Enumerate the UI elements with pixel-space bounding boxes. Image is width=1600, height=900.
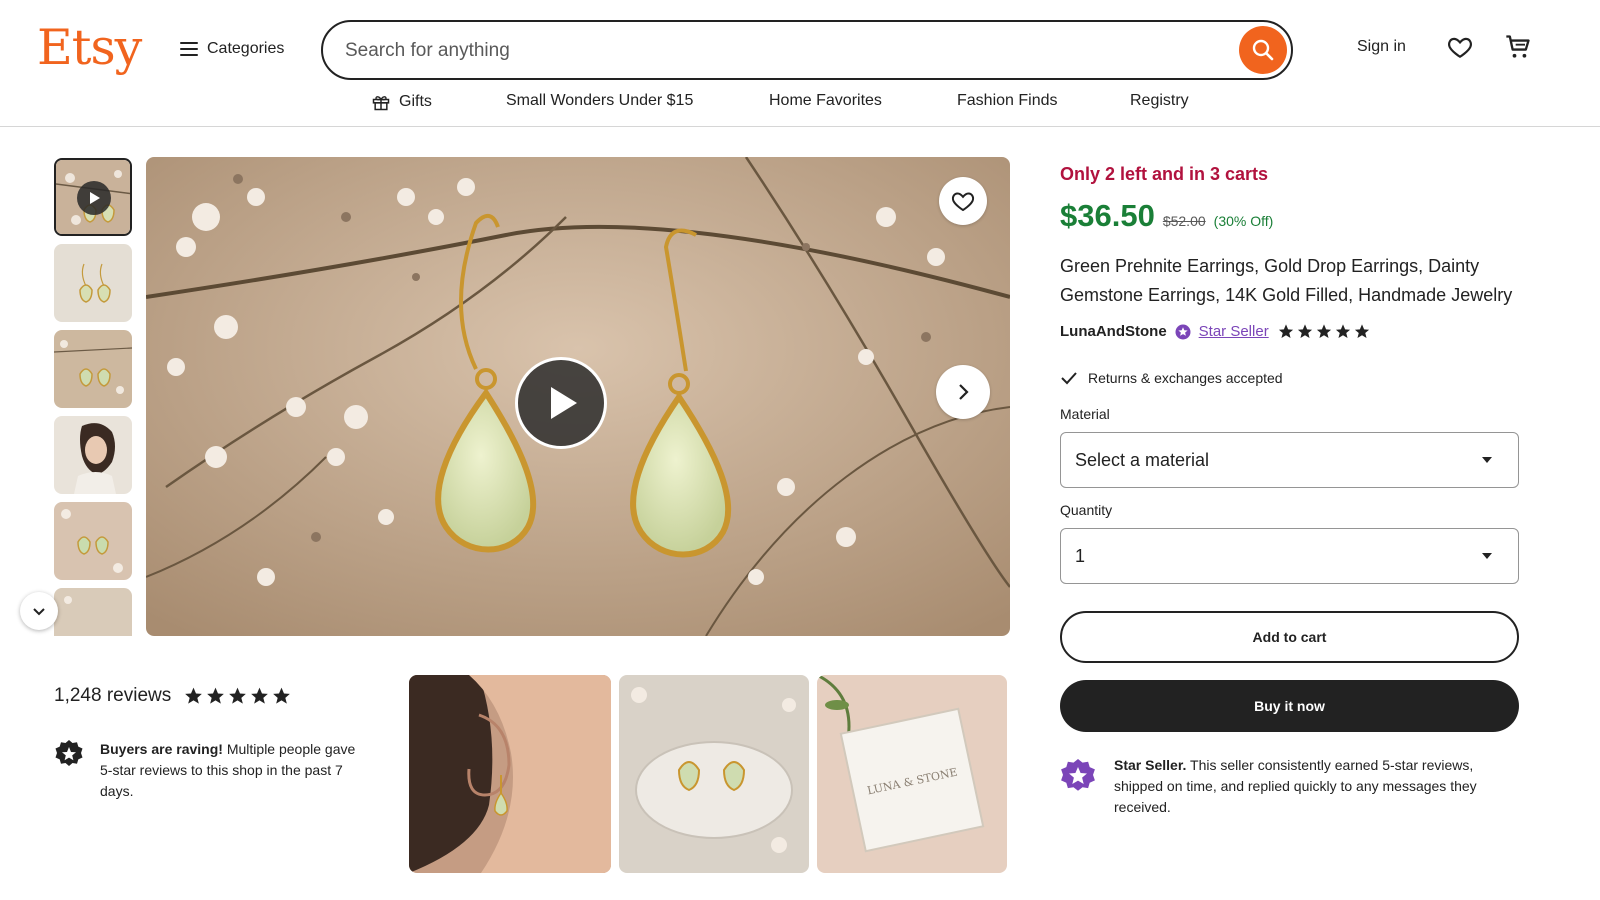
thumbnail-image [54, 502, 132, 580]
sale-price: $36.50 [1060, 198, 1155, 233]
category-nav: Gifts Small Wonders Under $15 Home Favor… [0, 92, 1600, 118]
thumbnail-image [54, 330, 132, 408]
rating-stars [183, 686, 292, 706]
sign-in-link[interactable]: Sign in [1357, 38, 1406, 56]
star-icon [207, 687, 225, 704]
reviews-summary[interactable]: 1,248 reviews [54, 685, 292, 707]
star-seller-link[interactable]: Star Seller [1199, 323, 1269, 340]
favorite-listing-button[interactable] [939, 177, 987, 225]
buyers-raving-text: Buyers are raving! Multiple people gave … [100, 739, 360, 802]
thumbnail-image [54, 244, 132, 322]
thumbnail-3[interactable] [54, 330, 132, 408]
star-icon [251, 687, 269, 704]
cart-icon [1506, 35, 1530, 58]
quantity-select-value: 1 [1075, 545, 1086, 566]
material-select-value: Select a material [1075, 449, 1210, 470]
thumbnail-image [54, 588, 132, 636]
hamburger-icon [180, 42, 198, 56]
star-seller-description: Star Seller. This seller consistently ea… [1114, 755, 1514, 818]
listing-title: Green Prehnite Earrings, Gold Drop Earri… [1060, 256, 1513, 305]
star-seller-info: Star Seller. This seller consistently ea… [1056, 755, 1520, 818]
thumbnail-4[interactable] [54, 416, 132, 494]
thumbnail-6[interactable] [54, 588, 132, 636]
star-icon [1316, 324, 1331, 339]
original-price: $52.00 [1162, 213, 1206, 229]
material-label: Material [1060, 406, 1110, 422]
favorites-button[interactable] [1447, 34, 1473, 65]
star-seller-badge-icon [1175, 324, 1191, 339]
thumbnail-2[interactable] [54, 244, 132, 322]
categories-button[interactable]: Categories [180, 36, 284, 62]
star-icon [229, 687, 247, 704]
play-icon [551, 387, 577, 419]
buyers-raving-notice: Buyers are raving! Multiple people gave … [54, 739, 374, 802]
caret-down-icon [1482, 553, 1492, 559]
heart-icon [1448, 37, 1472, 59]
next-image-button[interactable] [936, 365, 990, 419]
raving-title: Buyers are raving! [100, 741, 223, 757]
award-badge-icon [55, 740, 83, 766]
thumbnail-5[interactable] [54, 502, 132, 580]
nav-label-gifts: Gifts [399, 93, 432, 110]
review-photo-3[interactable]: LUNA & STONE [817, 675, 1007, 873]
nav-item-gifts[interactable]: Gifts [371, 92, 432, 112]
quantity-select[interactable]: 1 [1060, 528, 1519, 584]
caret-down-icon [1482, 457, 1492, 463]
stock-urgency-message: Only 2 left and in 3 carts [1060, 164, 1269, 184]
categories-label: Categories [207, 40, 285, 57]
review-photo-image: LUNA & STONE [817, 675, 1007, 873]
seller-rating-stars[interactable] [1277, 323, 1371, 340]
nav-item-fashion-finds[interactable]: Fashion Finds [957, 92, 1058, 110]
search-input[interactable] [345, 34, 1205, 68]
star-icon [273, 687, 291, 704]
review-photo-image [409, 675, 611, 873]
more-thumbnails-button[interactable] [20, 592, 58, 630]
cart-button[interactable] [1504, 33, 1532, 66]
review-photo-image [619, 675, 809, 873]
play-icon [77, 181, 111, 215]
reviews-count: 1,248 reviews [54, 685, 172, 706]
star-icon [1335, 324, 1350, 339]
chevron-down-icon [33, 608, 45, 616]
nav-item-registry[interactable]: Registry [1130, 92, 1189, 110]
discount-label: (30% Off) [1213, 213, 1274, 229]
star-icon [1354, 324, 1369, 339]
chevron-right-icon [959, 384, 969, 400]
star-seller-badge-icon [1061, 759, 1095, 791]
main-product-media[interactable] [146, 157, 1010, 636]
review-photo-2[interactable] [619, 675, 809, 873]
nav-item-home-favorites[interactable]: Home Favorites [769, 92, 882, 110]
search-bar [321, 20, 1293, 80]
returns-policy: Returns & exchanges accepted [1060, 369, 1283, 387]
etsy-logo[interactable]: Etsy [37, 18, 142, 78]
nav-item-small-wonders[interactable]: Small Wonders Under $15 [506, 92, 693, 110]
material-select[interactable]: Select a material [1060, 432, 1519, 488]
star-icon [185, 687, 203, 704]
site-header: Etsy Categories Sign in [0, 0, 1600, 127]
search-button[interactable] [1239, 26, 1287, 74]
heart-icon [951, 192, 975, 212]
star-seller-title: Star Seller. [1114, 757, 1187, 773]
search-icon [1252, 39, 1274, 61]
thumbnail-image [54, 416, 132, 494]
seller-row: LunaAndStone Star Seller [1060, 323, 1371, 340]
price-row: $36.50 $52.00 (30% Off) [1060, 198, 1273, 234]
add-to-cart-button[interactable]: Add to cart [1060, 611, 1519, 663]
checkmark-icon [1061, 372, 1077, 385]
thumbnail-video[interactable] [54, 158, 132, 236]
quantity-label: Quantity [1060, 502, 1113, 518]
thumbnail-list [54, 158, 132, 636]
star-icon [1278, 324, 1293, 339]
buy-it-now-button[interactable]: Buy it now [1060, 680, 1519, 732]
star-icon [1297, 324, 1312, 339]
review-photo-1[interactable] [409, 675, 611, 873]
seller-name-link[interactable]: LunaAndStone [1060, 323, 1167, 340]
play-video-button[interactable] [515, 357, 607, 449]
gift-icon [372, 96, 390, 111]
returns-text: Returns & exchanges accepted [1088, 370, 1283, 386]
